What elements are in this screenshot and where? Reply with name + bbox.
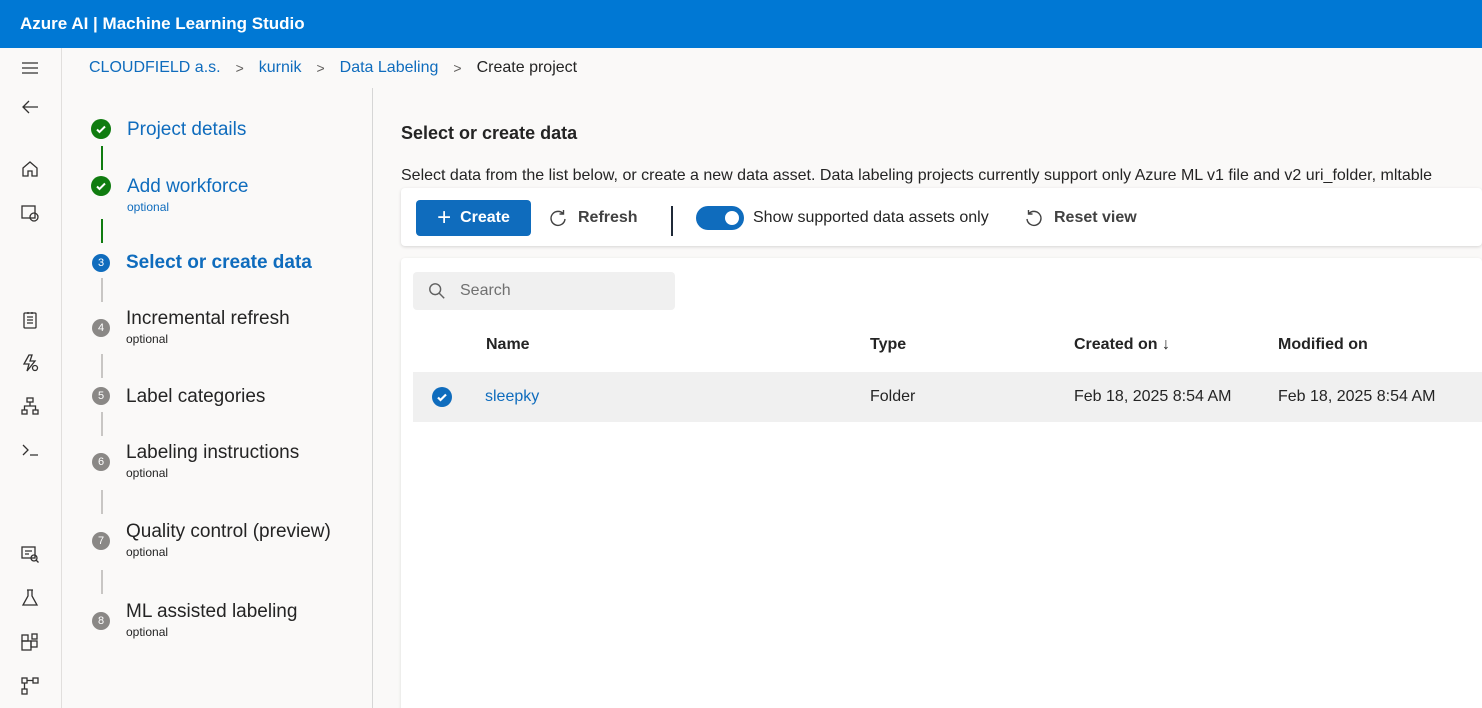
toggle-knob (725, 211, 739, 225)
step-number: 3 (92, 254, 110, 272)
breadcrumb: CLOUDFIELD a.s. > kurnik > Data Labeling… (89, 56, 577, 80)
model-catalog-icon[interactable] (18, 201, 42, 225)
step-connector (101, 354, 103, 378)
breadcrumb-current: Create project (476, 59, 578, 76)
search-box (413, 272, 675, 310)
step-connector (101, 278, 103, 302)
step-quality-control[interactable]: 7 Quality control (preview) optional (91, 521, 331, 559)
step-optional-label: optional (126, 332, 169, 346)
checkmark-icon (91, 176, 111, 196)
data-assets-list: Name Type Created on ↓ Modified on sleep… (401, 258, 1482, 708)
search-icon (429, 283, 445, 299)
notebook-icon[interactable] (18, 308, 42, 332)
column-header-modified-on[interactable]: Modified on (1278, 336, 1368, 354)
checkmark-icon (91, 119, 111, 139)
refresh-icon (550, 210, 566, 227)
page-description: Select data from the list below, or crea… (401, 167, 1433, 184)
column-header-name[interactable]: Name (486, 336, 530, 354)
step-connector (101, 490, 103, 514)
components-icon[interactable] (18, 630, 42, 654)
wizard-steps: Project details Add workforce optional 3… (63, 88, 373, 708)
step-title: Label categories (126, 386, 266, 407)
reset-view-label: Reset view (1054, 209, 1137, 226)
create-button-label: Create (460, 209, 510, 226)
step-connector (101, 570, 103, 594)
home-icon[interactable] (18, 157, 42, 181)
step-number: 6 (92, 453, 110, 471)
table-row[interactable]: sleepky Folder Feb 18, 2025 8:54 AM Feb … (413, 372, 1482, 422)
pipelines-icon[interactable] (18, 674, 42, 698)
step-number: 8 (92, 612, 110, 630)
step-number: 4 (92, 319, 110, 337)
toolbar-divider (671, 206, 673, 236)
step-ml-assisted-labeling[interactable]: 8 ML assisted labeling optional (91, 601, 297, 639)
breadcrumb-data-labeling[interactable]: Data Labeling (340, 59, 439, 77)
designer-icon[interactable] (18, 394, 42, 418)
data-icon[interactable] (18, 542, 42, 566)
step-title: Labeling instructions (126, 442, 300, 463)
left-nav-rail (0, 48, 62, 708)
step-connector (101, 219, 103, 243)
plus-icon: + (437, 204, 452, 231)
step-incremental-refresh[interactable]: 4 Incremental refresh optional (91, 308, 290, 346)
step-title: Quality control (preview) (126, 521, 331, 542)
row-name-link[interactable]: sleepky (485, 388, 539, 406)
app-title[interactable]: Azure AI | Machine Learning Studio (20, 14, 305, 34)
step-optional-label: optional (127, 200, 170, 214)
create-button[interactable]: + Create (416, 200, 531, 236)
hamburger-menu-icon[interactable] (18, 56, 42, 80)
terminal-icon[interactable] (18, 438, 42, 462)
chevron-right-icon: > (235, 60, 244, 76)
search-input[interactable] (460, 282, 660, 300)
refresh-button[interactable]: Refresh (548, 200, 638, 236)
step-labeling-instructions[interactable]: 6 Labeling instructions optional (91, 442, 299, 480)
step-title: ML assisted labeling (126, 601, 298, 622)
chevron-right-icon: > (316, 60, 325, 76)
breadcrumb-workspace[interactable]: kurnik (259, 59, 302, 77)
step-title: Add workforce (127, 176, 249, 197)
step-title: Select or create data (126, 252, 312, 273)
show-supported-toggle-label: Show supported data assets only (753, 209, 989, 226)
step-title: Incremental refresh (126, 308, 290, 329)
reset-icon (1026, 210, 1042, 227)
back-arrow-icon[interactable] (18, 95, 42, 119)
page-title: Select or create data (401, 123, 578, 143)
step-optional-label: optional (126, 625, 169, 639)
row-modified-on: Feb 18, 2025 8:54 AM (1278, 388, 1436, 405)
step-optional-label: optional (126, 545, 169, 559)
row-created-on: Feb 18, 2025 8:54 AM (1074, 388, 1232, 405)
app-header: Azure AI | Machine Learning Studio (0, 0, 1482, 48)
step-select-or-create-data[interactable]: 3 Select or create data (91, 252, 312, 274)
step-optional-label: optional (126, 466, 169, 480)
step-title: Project details (127, 119, 247, 140)
jobs-icon[interactable] (18, 586, 42, 610)
step-connector (101, 412, 103, 436)
step-project-details[interactable]: Project details (91, 119, 246, 141)
step-label-categories[interactable]: 5 Label categories (91, 386, 265, 408)
chevron-right-icon: > (453, 60, 462, 76)
automl-icon[interactable] (18, 351, 42, 375)
show-supported-toggle[interactable] (696, 206, 744, 230)
command-bar: + Create Refresh Show supported data ass… (401, 188, 1482, 246)
column-header-created-on[interactable]: Created on ↓ (1074, 336, 1170, 354)
main-content: Select or create data Select data from t… (374, 88, 1482, 708)
refresh-button-label: Refresh (578, 209, 638, 226)
breadcrumb-workspace-org[interactable]: CLOUDFIELD a.s. (89, 59, 221, 77)
reset-view-button[interactable]: Reset view (1024, 200, 1137, 236)
step-number: 7 (92, 532, 110, 550)
step-add-workforce[interactable]: Add workforce optional (91, 176, 248, 214)
step-number: 5 (92, 387, 110, 405)
row-type: Folder (870, 388, 916, 405)
column-header-type[interactable]: Type (870, 336, 906, 354)
step-connector (101, 146, 103, 170)
row-checkmark-icon[interactable] (432, 387, 452, 407)
